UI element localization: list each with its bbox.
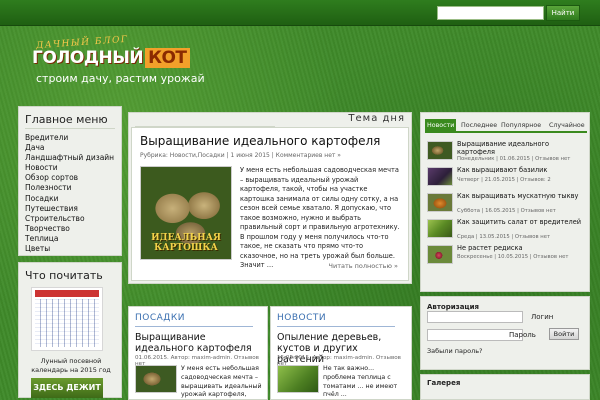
divider xyxy=(25,128,115,129)
login-field[interactable] xyxy=(427,311,523,323)
gallery-panel: Галерея xyxy=(420,374,590,400)
tabs-panel: Новости Последнее Популярное Случайное В… xyxy=(420,112,590,292)
news-meta: Четверг | 21.05.2015 | Отзывов: 2 xyxy=(457,177,551,183)
menu-item[interactable]: Путешествия xyxy=(25,204,114,214)
menu-item[interactable]: Строительство xyxy=(25,214,114,224)
news-title[interactable]: Выращивание идеального картофеля xyxy=(457,140,587,156)
logo-word-kot: КОТ xyxy=(145,48,190,68)
login-label: Логин xyxy=(531,313,554,321)
featured-article: Выращивание идеального картофеля Рубрика… xyxy=(131,127,409,281)
login-button[interactable]: Войти xyxy=(549,328,579,340)
auth-heading: Авторизация xyxy=(427,303,480,311)
featured-title[interactable]: Выращивание идеального картофеля xyxy=(140,134,380,148)
section-article-title[interactable]: Выращивание идеального картофеля xyxy=(135,332,263,354)
news-title[interactable]: Как выращивать мускатную тыкву xyxy=(457,192,587,200)
calendar-grid xyxy=(35,299,99,347)
main-menu-title: Главное меню xyxy=(25,113,108,126)
plantings-section: ПОСАДКИ Выращивание идеального картофеля… xyxy=(128,306,268,400)
menu-item[interactable]: Творчество xyxy=(25,224,114,234)
news-title[interactable]: Как выращивают базилик xyxy=(457,166,587,174)
news-meta: Понедельник | 01.06.2015 | Отзывов нет xyxy=(457,156,571,162)
featured-meta: Рубрика: Новости,Посадки | 1 июня 2015 |… xyxy=(140,152,341,159)
news-thumbnail[interactable] xyxy=(427,245,453,264)
search-input[interactable] xyxy=(437,6,544,20)
news-thumbnail[interactable] xyxy=(427,167,453,186)
news-thumbnail[interactable] xyxy=(427,193,453,212)
menu-item[interactable]: Новости xyxy=(25,163,114,173)
menu-item[interactable]: Обзор сортов xyxy=(25,173,114,183)
gallery-heading: Галерея xyxy=(427,379,461,387)
lunar-calendar-image[interactable] xyxy=(31,287,103,351)
article-thumbnail[interactable] xyxy=(277,365,319,393)
tab-popular[interactable]: Популярное xyxy=(499,119,543,133)
image-caption: ИДЕАЛЬНАЯ КАРТОШКА xyxy=(151,233,221,253)
news-list-item[interactable]: Не растет редиска Воскресенье | 10.05.20… xyxy=(425,243,589,267)
news-list-item[interactable]: Как выращивают базилик Четверг | 21.05.2… xyxy=(425,165,589,189)
read-title: Что почитать xyxy=(25,269,103,282)
section-article-excerpt: У меня есть небольшая садоводческая мечт… xyxy=(181,365,262,399)
news-list-item[interactable]: Выращивание идеального картофеля Понедел… xyxy=(425,139,589,163)
topic-of-day-label: Тема дня xyxy=(348,113,405,124)
menu-item[interactable]: Ландшафтный дизайн xyxy=(25,153,114,163)
section-heading[interactable]: НОВОСТИ xyxy=(277,313,326,323)
password-label: Пароль xyxy=(509,331,536,339)
menu-item[interactable]: Полезности xyxy=(25,183,114,193)
news-title[interactable]: Как защитить салат от вредителей xyxy=(457,218,587,226)
logo-title: ГОЛОДНЫЙ КОТ xyxy=(32,48,190,68)
featured-excerpt: У меня есть небольшая садоводческая мечт… xyxy=(240,166,400,269)
news-thumbnail[interactable] xyxy=(427,141,453,160)
main-menu-list: Вредители Дача Ландшафтный дизайн Новост… xyxy=(25,133,114,254)
news-list-item[interactable]: Как выращивать мускатную тыкву Суббота |… xyxy=(425,191,589,215)
news-list-item[interactable]: Как защитить салат от вредителей Среда |… xyxy=(425,217,589,241)
search-button[interactable]: Найти xyxy=(546,5,580,21)
site-tagline: строим дачу, растим урожай xyxy=(36,72,205,85)
news-meta: Среда | 13.05.2015 | Отзывов нет xyxy=(457,234,551,240)
divider xyxy=(277,326,395,327)
divider xyxy=(135,326,253,327)
calendar-caption[interactable]: Лунный посевной календарь на 2015 год xyxy=(25,357,117,375)
calendar-header-strip xyxy=(35,290,99,297)
featured-panel: Тема дня Выращивание идеального картофел… xyxy=(128,112,412,284)
tab-bar: Новости Последнее Популярное Случайное xyxy=(425,119,587,133)
article-thumbnail[interactable]: ЗДЕСЬ ДЕЖИТ xyxy=(31,378,103,398)
article-thumbnail[interactable] xyxy=(135,365,177,393)
potato-image[interactable]: ИДЕАЛЬНАЯ КАРТОШКА xyxy=(140,166,232,260)
news-thumbnail[interactable] xyxy=(427,219,453,238)
menu-item[interactable]: Теплица xyxy=(25,234,114,244)
read-panel: Что почитать Лунный посевной календарь н… xyxy=(18,262,122,398)
news-section: НОВОСТИ Опыление деревьев, кустов и друг… xyxy=(270,306,412,400)
news-meta: Суббота | 16.05.2015 | Отзывов нет xyxy=(457,208,556,214)
main-menu-panel: Главное меню Вредители Дача Ландшафтный … xyxy=(18,106,122,256)
section-article-excerpt: Не так важно... проблема теплица с томат… xyxy=(323,365,398,399)
menu-item[interactable]: Цветы xyxy=(25,244,114,254)
news-title[interactable]: Не растет редиска xyxy=(457,244,587,252)
section-heading[interactable]: ПОСАДКИ xyxy=(135,313,185,323)
logo-word-golodny: ГОЛОДНЫЙ xyxy=(32,48,144,68)
menu-item[interactable]: Дача xyxy=(25,143,114,153)
tab-latest[interactable]: Последнее xyxy=(459,119,499,133)
read-more-link[interactable]: Читать полностью » xyxy=(329,262,398,270)
auth-panel: Авторизация Логин Пароль Войти Забыли па… xyxy=(420,296,590,370)
menu-item[interactable]: Посадки xyxy=(25,194,114,204)
menu-item[interactable]: Вредители xyxy=(25,133,114,143)
forgot-password-link[interactable]: Забыли пароль? xyxy=(427,347,483,355)
news-meta: Воскресенье | 10.05.2015 | Отзывов нет xyxy=(457,254,569,260)
tab-random[interactable]: Случайное xyxy=(547,119,587,133)
tab-news[interactable]: Новости xyxy=(425,119,457,133)
